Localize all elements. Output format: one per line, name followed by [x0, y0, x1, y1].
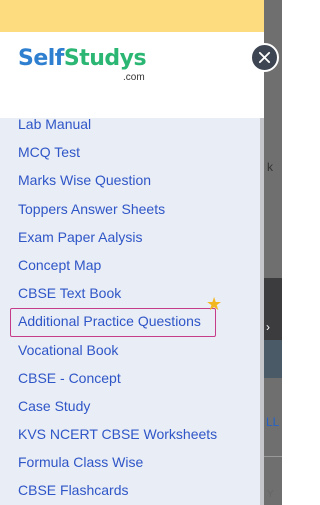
logo-self: Self — [18, 46, 64, 71]
menu-item-lab-manual[interactable]: Lab Manual — [0, 110, 260, 138]
drawer-header: SelfStudys .com — [0, 32, 264, 118]
star-icon: ★ — [206, 294, 223, 315]
nav-drawer: SelfStudys .com Lab Manual MCQ Test Mark… — [0, 32, 264, 505]
menu-item-toppers-answer-sheets[interactable]: Toppers Answer Sheets — [0, 195, 260, 223]
background-text: Y — [267, 489, 274, 500]
chevron-right-icon: › — [266, 320, 270, 334]
logo[interactable]: SelfStudys — [18, 46, 147, 71]
menu-item-cbse-concept[interactable]: CBSE - Concept — [0, 364, 260, 392]
menu-item-marks-wise-question[interactable]: Marks Wise Question — [0, 166, 260, 194]
close-button[interactable] — [250, 43, 279, 72]
menu-item-additional-practice-questions[interactable]: Additional Practice Questions ★ — [0, 295, 260, 338]
close-icon — [258, 51, 271, 64]
menu-item-kvs-ncert-cbse-worksheets[interactable]: KVS NCERT CBSE Worksheets — [0, 420, 260, 448]
menu-list: Lab Manual MCQ Test Marks Wise Question … — [0, 110, 260, 505]
menu-item-formula-class-wise[interactable]: Formula Class Wise — [0, 448, 260, 476]
menu-item-mcq-test[interactable]: MCQ Test — [0, 138, 260, 166]
logo-suffix: .com — [123, 72, 145, 83]
menu-item-exam-paper-analysis[interactable]: Exam Paper Aalysis — [0, 223, 260, 251]
background-text: k — [267, 160, 273, 174]
divider — [264, 456, 282, 457]
logo-studys: Studys — [63, 46, 147, 71]
scrollbar[interactable] — [260, 118, 264, 505]
menu-item-cbse-flashcards[interactable]: CBSE Flashcards — [0, 476, 260, 504]
overlay-strip — [264, 0, 282, 505]
menu-item-concept-map[interactable]: Concept Map — [0, 251, 260, 279]
highlight-box — [10, 308, 216, 338]
menu-item-vocational-book[interactable]: Vocational Book — [0, 336, 260, 364]
top-bar — [0, 0, 282, 32]
menu-item-case-study[interactable]: Case Study — [0, 392, 260, 420]
background-link: LL — [266, 415, 280, 429]
